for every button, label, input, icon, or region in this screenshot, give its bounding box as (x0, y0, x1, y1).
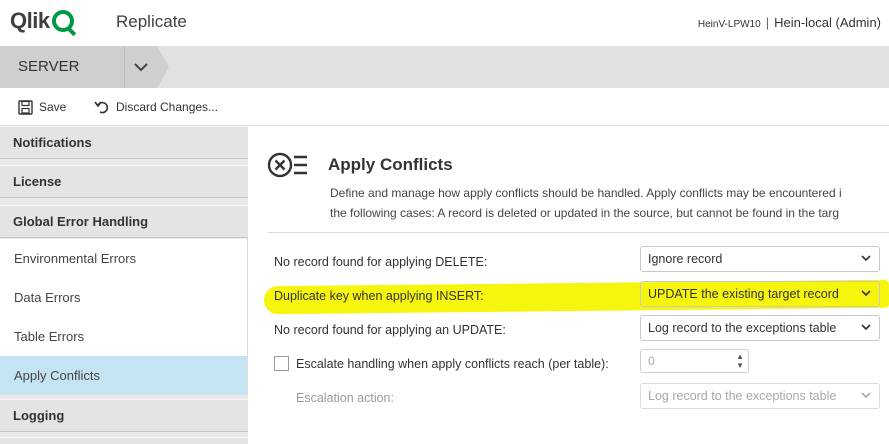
undo-icon (94, 100, 110, 114)
discard-changes-button[interactable]: Discard Changes... (94, 88, 218, 126)
toolbar: Save Discard Changes... (0, 88, 889, 126)
update-conflict-select[interactable]: Log record to the exceptions table (640, 315, 880, 341)
escalation-count-value: 0 (648, 354, 655, 368)
app-header: Qlik Replicate HeinV-LPW10 | Hein-local (A… (0, 0, 889, 46)
sidebar-item-apply-conflicts[interactable]: Apply Conflicts (0, 356, 248, 395)
separator: | (765, 15, 770, 30)
breadcrumb-arrow (157, 46, 169, 88)
chevron-down-icon (861, 255, 871, 262)
sidebar-item-data-errors[interactable]: Data Errors (0, 278, 248, 317)
update-conflict-value: Log record to the exceptions table (648, 321, 837, 335)
user-name[interactable]: Hein-local (Admin) (774, 15, 881, 30)
escalation-count-input[interactable]: 0 ▲ ▼ (640, 349, 749, 373)
insert-conflict-label: Duplicate key when applying INSERT: (274, 289, 484, 303)
server-dropdown-button[interactable] (124, 46, 157, 88)
delete-conflict-label: No record found for applying DELETE: (274, 255, 488, 269)
sidebar-section-global-error-handling[interactable]: Global Error Handling (0, 205, 248, 238)
delete-conflict-value: Ignore record (648, 252, 723, 266)
sidebar-section-logging[interactable]: Logging (0, 399, 248, 432)
save-button[interactable]: Save (18, 88, 66, 126)
insert-conflict-value: UPDATE the existing target record (648, 287, 839, 301)
host-name: HeinV-LPW10 (697, 19, 761, 30)
qlik-logo-icon (51, 10, 74, 32)
update-conflict-label: No record found for applying an UPDATE: (274, 323, 506, 337)
conflict-settings-form: No record found for applying DELETE: Ign… (248, 126, 889, 444)
escalation-action-select[interactable]: Log record to the exceptions table (640, 383, 880, 409)
sidebar-item-environmental-errors[interactable]: Environmental Errors (0, 239, 248, 278)
server-tab[interactable]: SERVER (0, 46, 124, 88)
spinner-arrows-icon[interactable]: ▲ ▼ (736, 352, 744, 370)
qlik-logo: Qlik (10, 8, 74, 34)
discard-label: Discard Changes... (116, 100, 219, 114)
app-title: Replicate (116, 12, 187, 31)
sidebar-section-notifications[interactable]: Notifications (0, 126, 248, 159)
escalate-label: Escalate handling when apply conflicts r… (296, 357, 609, 371)
chevron-down-icon (134, 62, 148, 71)
brand-text: Qlik (10, 8, 50, 33)
chevron-down-icon (861, 324, 871, 331)
escalate-checkbox[interactable] (274, 356, 289, 371)
escalation-action-value: Log record to the exceptions table (648, 389, 837, 403)
server-bar: SERVER (0, 46, 889, 88)
delete-conflict-select[interactable]: Ignore record (640, 246, 880, 272)
chevron-down-icon (861, 290, 871, 297)
sidebar-item-table-errors[interactable]: Table Errors (0, 317, 248, 356)
save-label: Save (39, 100, 67, 114)
escalation-action-label: Escalation action: (296, 391, 394, 405)
user-info: HeinV-LPW10 | Hein-local (Admin) (698, 15, 881, 30)
sidebar-section-license[interactable]: License (0, 165, 248, 198)
save-icon (18, 99, 33, 115)
settings-sidebar: Notifications License Global Error Handl… (0, 126, 248, 444)
chevron-down-icon (861, 392, 871, 399)
sidebar-section-next[interactable] (0, 437, 248, 444)
insert-conflict-select[interactable]: UPDATE the existing target record (640, 281, 880, 307)
